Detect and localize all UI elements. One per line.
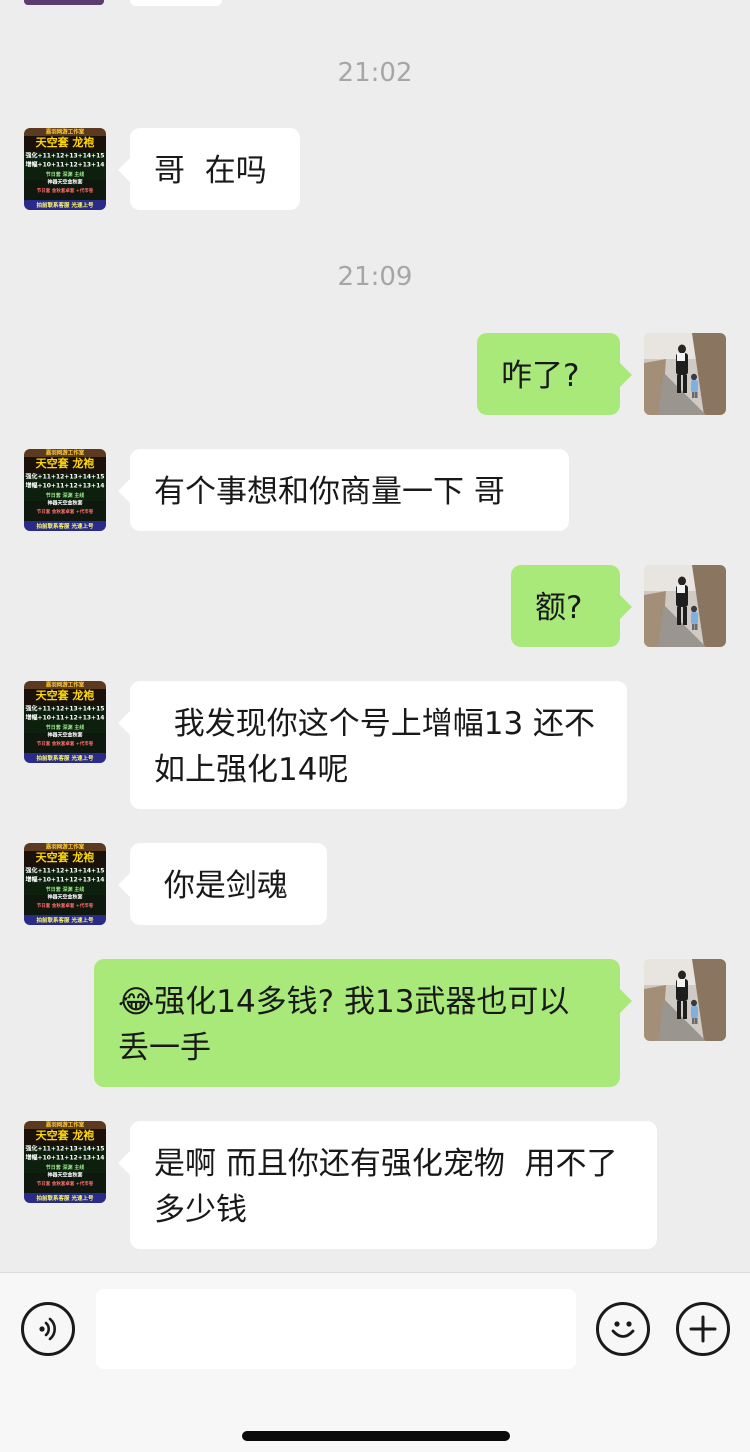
self-avatar-photo: [644, 333, 726, 415]
svg-text:神器天空金秋套: 神器天空金秋套: [47, 732, 82, 739]
svg-text:增幅+10+11+12+13+14: 增幅+10+11+12+13+14: [26, 876, 105, 884]
svg-text:神器天空金秋套: 神器天空金秋套: [47, 179, 82, 186]
svg-text:神器天空金秋套: 神器天空金秋套: [47, 894, 82, 901]
svg-text:嘉羽网游工作室: 嘉羽网游工作室: [45, 128, 85, 136]
timestamp: 21:09: [337, 262, 413, 292]
self-avatar[interactable]: [644, 959, 726, 1041]
timestamp: 21:02: [337, 58, 413, 88]
message-text: 咋了?: [501, 358, 580, 394]
home-indicator: [242, 1431, 510, 1441]
message-text: 你是剑魂: [154, 868, 288, 904]
message-text: 是啊 而且你还有强化宠物 用不了多少钱: [154, 1146, 618, 1228]
contact-avatar[interactable]: 嘉羽网游工作室 天空套 龙袍强化+11+12+13+14+15 增幅+10+11+1…: [24, 449, 106, 531]
svg-text:强化+11+12+13+14+15: 强化+11+12+13+14+15: [26, 473, 105, 481]
contact-avatar-image: 嘉羽网游工作室天空套 龙袍强化+11+12+13+14+15增幅+10+11+1…: [24, 843, 106, 925]
more-options-button[interactable]: [676, 1302, 730, 1356]
incoming-message-bubble[interactable]: 哥 在吗: [118, 128, 300, 210]
message-text: 额?: [535, 590, 583, 626]
plus-icon: [689, 1315, 717, 1343]
svg-text:增幅+10+11+12+13+14: 增幅+10+11+12+13+14: [26, 1154, 105, 1162]
svg-text:神器天空金秋套: 神器天空金秋套: [47, 500, 82, 507]
svg-text:神器天空金秋套: 神器天空金秋套: [47, 1172, 82, 1179]
svg-text:拍前联系客服 光速上号: 拍前联系客服 光速上号: [37, 201, 94, 209]
svg-text:节日套 深渊 主线: 节日套 深渊 主线: [46, 171, 84, 178]
contact-avatar-image: 嘉羽网游工作室天空套 龙袍强化+11+12+13+14+15增幅+10+11+1…: [24, 681, 106, 763]
svg-text:嘉羽网游工作室: 嘉羽网游工作室: [45, 681, 85, 689]
self-avatar-photo: [644, 959, 726, 1041]
svg-text:拍前联系客服 光速上号: 拍前联系客服 光速上号: [37, 522, 94, 530]
svg-text:拍前联系客服 光速上号: 拍前联系客服 光速上号: [37, 1194, 94, 1202]
message-input[interactable]: [96, 1289, 576, 1369]
incoming-message-bubble[interactable]: 是啊 而且你还有强化宠物 用不了多少钱: [118, 1121, 657, 1249]
svg-text:天空套 龙袍: 天空套 龙袍: [36, 456, 95, 470]
svg-text:增幅+10+11+12+13+14: 增幅+10+11+12+13+14: [26, 161, 105, 169]
contact-avatar[interactable]: 嘉羽网游工作室 天空套 龙袍强化+11+12+13+14+15 增幅+10+11+1…: [24, 843, 106, 925]
svg-text:节日套 深渊 主线: 节日套 深渊 主线: [46, 724, 84, 731]
incoming-message-bubble[interactable]: 有个事想和你商量一下 哥: [118, 449, 569, 531]
emoji-icon: 😂: [118, 984, 155, 1020]
svg-text:增幅+10+11+12+13+14: 增幅+10+11+12+13+14: [26, 482, 105, 490]
smiley-icon: [611, 1321, 635, 1338]
svg-text:天空套 龙袍: 天空套 龙袍: [36, 850, 95, 864]
svg-text:节日套 金秋套卓套 +代币卷: 节日套 金秋套卓套 +代币卷: [37, 1180, 94, 1187]
svg-text:强化+11+12+13+14+15: 强化+11+12+13+14+15: [26, 705, 105, 713]
contact-avatar[interactable]: 嘉羽网游工作室 天空套 龙袍强化+11+12+13+14+15 增幅+10+11+1…: [24, 1121, 106, 1203]
outgoing-message-bubble[interactable]: 额?: [511, 565, 632, 647]
message-text: 哥 在吗: [154, 153, 267, 189]
svg-text:拍前联系客服 光速上号: 拍前联系客服 光速上号: [37, 916, 94, 924]
self-avatar[interactable]: [644, 565, 726, 647]
svg-text:强化+11+12+13+14+15: 强化+11+12+13+14+15: [26, 152, 105, 160]
incoming-message-bubble[interactable]: 我发现你这个号上增幅13 还不如上强化14呢: [118, 681, 627, 809]
input-bar: [0, 1272, 750, 1452]
self-avatar[interactable]: [644, 333, 726, 415]
svg-text:节日套 金秋套卓套 +代币卷: 节日套 金秋套卓套 +代币卷: [37, 187, 94, 194]
emoji-button[interactable]: [596, 1302, 650, 1356]
svg-text:节日套 金秋套卓套 +代币卷: 节日套 金秋套卓套 +代币卷: [37, 902, 94, 909]
svg-text:节日套 金秋套卓套 +代币卷: 节日套 金秋套卓套 +代币卷: [37, 740, 94, 747]
outgoing-message-bubble[interactable]: 😂强化14多钱? 我13武器也可以丢一手: [94, 959, 632, 1087]
chat-screen: 21:02 嘉羽网游工作室 天空套 龙袍 强化+11+12+13+14+15 增幅+1…: [0, 0, 750, 1452]
svg-text:天空套 龙袍: 天空套 龙袍: [36, 688, 95, 702]
previous-message-fragment: [0, 0, 750, 8]
message-text: 有个事想和你商量一下 哥: [154, 474, 505, 510]
message-text: 强化14多钱? 我13武器也可以丢一手: [118, 984, 570, 1066]
svg-text:天空套 龙袍: 天空套 龙袍: [36, 135, 95, 149]
contact-avatar-image: 嘉羽网游工作室天空套 龙袍强化+11+12+13+14+15增幅+10+11+1…: [24, 1121, 106, 1203]
svg-text:嘉羽网游工作室: 嘉羽网游工作室: [45, 1121, 85, 1129]
voice-toggle-button[interactable]: [21, 1302, 75, 1356]
contact-avatar[interactable]: 嘉羽网游工作室 天空套 龙袍强化+11+12+13+14+15 增幅+10+11+1…: [24, 681, 106, 763]
self-avatar-photo: [644, 565, 726, 647]
svg-text:节日套 深渊 主线: 节日套 深渊 主线: [46, 1164, 84, 1171]
svg-text:天空套 龙袍: 天空套 龙袍: [36, 1128, 95, 1142]
svg-text:强化+11+12+13+14+15: 强化+11+12+13+14+15: [26, 867, 105, 875]
svg-text:增幅+10+11+12+13+14: 增幅+10+11+12+13+14: [26, 714, 105, 722]
svg-text:强化+11+12+13+14+15: 强化+11+12+13+14+15: [26, 1145, 105, 1153]
outgoing-message-bubble[interactable]: 咋了?: [477, 333, 632, 415]
voice-icon: [39, 1317, 56, 1341]
svg-text:拍前联系客服 光速上号: 拍前联系客服 光速上号: [37, 754, 94, 762]
contact-avatar[interactable]: 嘉羽网游工作室 天空套 龙袍强化+11+12+13+14+15 增幅+10+11+1…: [24, 128, 106, 210]
svg-text:嘉羽网游工作室: 嘉羽网游工作室: [45, 449, 85, 457]
incoming-message-bubble[interactable]: 你是剑魂: [118, 843, 327, 925]
contact-avatar-image: 嘉羽网游工作室天空套 龙袍强化+11+12+13+14+15增幅+10+11+1…: [24, 128, 106, 210]
svg-text:嘉羽网游工作室: 嘉羽网游工作室: [45, 843, 85, 851]
contact-avatar-image: 嘉羽网游工作室天空套 龙袍强化+11+12+13+14+15增幅+10+11+1…: [24, 449, 106, 531]
svg-text:节日套 金秋套卓套 +代币卷: 节日套 金秋套卓套 +代币卷: [37, 508, 94, 515]
svg-text:节日套 深渊 主线: 节日套 深渊 主线: [46, 886, 84, 893]
svg-text:节日套 深渊 主线: 节日套 深渊 主线: [46, 492, 84, 499]
message-text: 我发现你这个号上增幅13 还不如上强化14呢: [154, 706, 596, 788]
